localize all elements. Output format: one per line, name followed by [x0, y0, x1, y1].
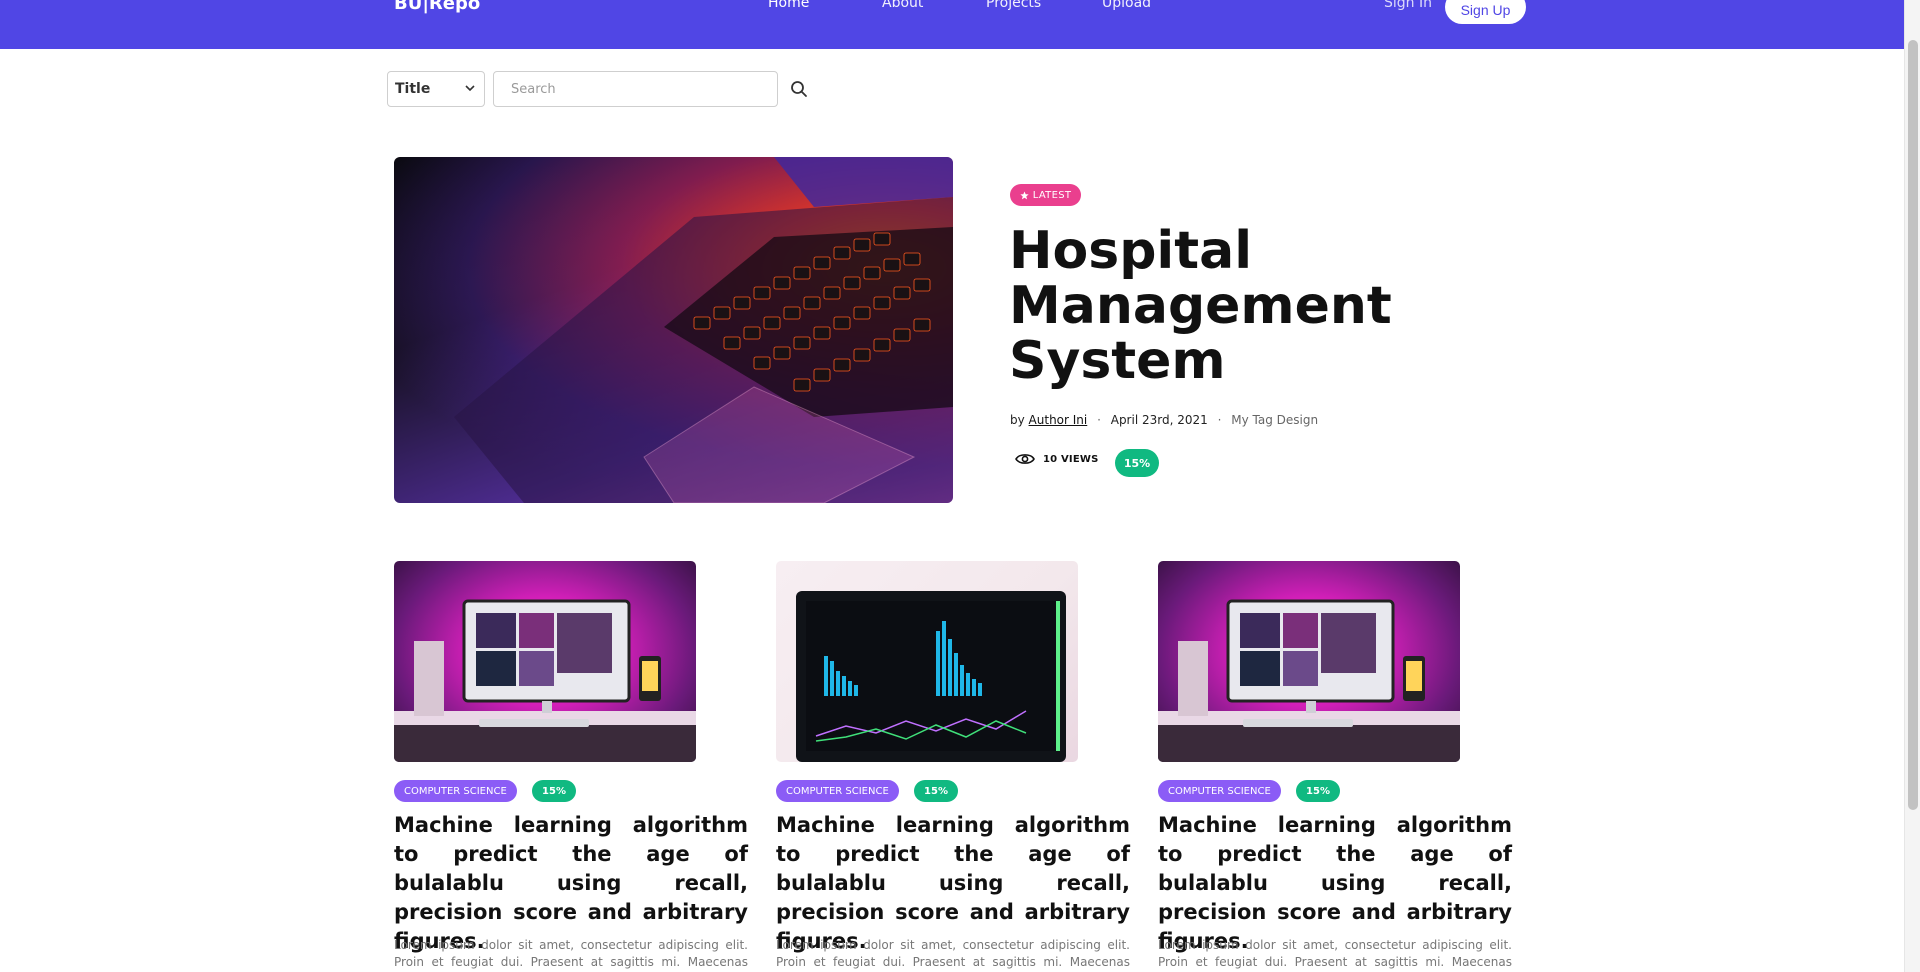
dashboard-laptop-illustration: [796, 591, 1066, 762]
laptop-illustration: [454, 157, 953, 503]
search-input[interactable]: [493, 71, 778, 107]
star-icon: [1020, 190, 1029, 199]
search-filter-select[interactable]: Title: [387, 71, 485, 107]
percent-badge: 15%: [532, 780, 576, 802]
project-title[interactable]: Machine learning algorithm to predict th…: [776, 811, 1130, 956]
latest-badge-label: LATEST: [1032, 189, 1072, 201]
category-badge[interactable]: COMPUTER SCIENCE: [776, 780, 899, 802]
page-scrollbar[interactable]: [1904, 0, 1920, 972]
tag-label[interactable]: My Tag Design: [1231, 413, 1318, 427]
project-image[interactable]: [394, 561, 696, 762]
nav-upload[interactable]: Upload: [1102, 0, 1151, 11]
percent-badge: 15%: [1296, 780, 1340, 802]
views-count: 10 VIEWS: [1015, 452, 1099, 466]
category-badge[interactable]: COMPUTER SCIENCE: [394, 780, 517, 802]
desk-setup-illustration: [394, 599, 696, 762]
page: BU|Repo Home About Projects Upload Sign …: [0, 0, 1920, 972]
author-link[interactable]: Author Ini: [1029, 413, 1088, 427]
category-badge[interactable]: COMPUTER SCIENCE: [1158, 780, 1281, 802]
project-image[interactable]: [776, 561, 1078, 762]
navbar: BU|Repo Home About Projects Upload Sign …: [0, 0, 1904, 49]
featured-meta: by Author Ini · April 23rd, 2021 · My Ta…: [1010, 413, 1318, 427]
search-filter-value: Title: [395, 81, 431, 97]
views-label: 10 VIEWS: [1043, 453, 1099, 465]
featured-image[interactable]: [394, 157, 953, 503]
nav-projects[interactable]: Projects: [986, 0, 1041, 11]
percent-badge: 15%: [914, 780, 958, 802]
project-excerpt: Lorem ipsum dolor sit amet, consectetur …: [776, 938, 1130, 969]
percent-badge: 15%: [1115, 449, 1159, 477]
featured-title[interactable]: Hospital Management System: [1009, 224, 1429, 389]
eye-icon: [1015, 454, 1035, 464]
desk-setup-illustration: [1158, 599, 1460, 762]
latest-badge: LATEST: [1010, 184, 1081, 206]
publish-date: April 23rd, 2021: [1110, 413, 1208, 427]
sign-in-link[interactable]: Sign In: [1384, 0, 1432, 11]
sign-up-button[interactable]: Sign Up: [1445, 0, 1526, 24]
nav-home[interactable]: Home: [768, 0, 809, 11]
chevron-down-icon: [465, 85, 475, 92]
project-title[interactable]: Machine learning algorithm to predict th…: [394, 811, 748, 956]
brand-logo[interactable]: BU|Repo: [394, 0, 480, 14]
search-icon[interactable]: [789, 79, 809, 99]
meta-separator: ·: [1097, 413, 1101, 427]
project-title[interactable]: Machine learning algorithm to predict th…: [1158, 811, 1512, 956]
nav-about[interactable]: About: [882, 0, 923, 11]
project-excerpt: Lorem ipsum dolor sit amet, consectetur …: [1158, 938, 1512, 969]
scrollbar-thumb[interactable]: [1908, 40, 1918, 810]
by-label: by: [1010, 413, 1025, 427]
project-image[interactable]: [1158, 561, 1460, 762]
project-excerpt: Lorem ipsum dolor sit amet, consectetur …: [394, 938, 748, 969]
meta-separator: ·: [1217, 413, 1222, 427]
